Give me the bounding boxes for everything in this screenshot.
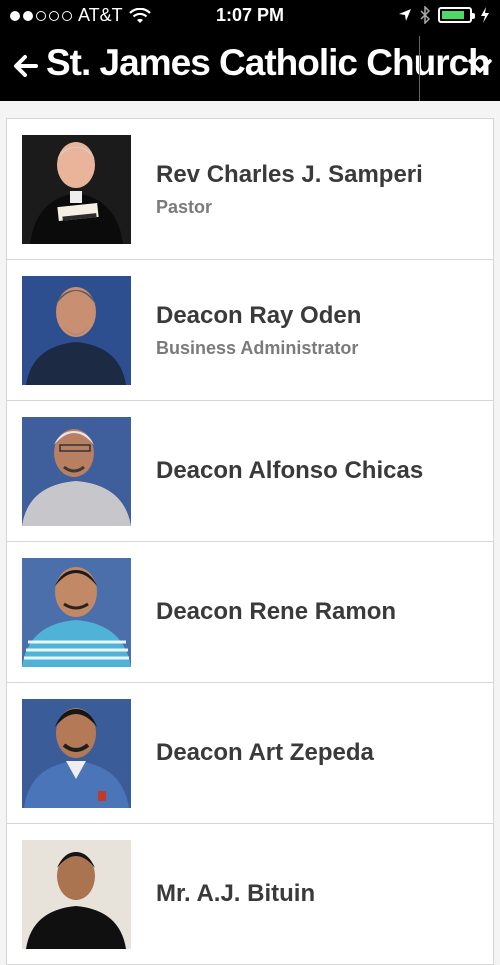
list-item[interactable]: Rev Charles J. Samperi Pastor	[6, 118, 494, 260]
staff-name: Mr. A.J. Bituin	[156, 880, 316, 907]
nav-divider	[419, 36, 420, 101]
list-item[interactable]: Deacon Art Zepeda	[6, 683, 494, 824]
menu-dropdown-button[interactable]	[428, 46, 494, 88]
staff-name: Deacon Rene Ramon	[156, 598, 397, 625]
location-arrow-icon	[399, 9, 411, 21]
staff-name: Deacon Ray Oden	[156, 302, 362, 329]
chevron-down-icon	[468, 59, 492, 73]
staff-role: Pastor	[156, 197, 213, 217]
list-item[interactable]: Mr. A.J. Bituin	[6, 824, 494, 965]
app-header: AT&T 1:07 PM St. James Catholic Church	[0, 0, 500, 101]
list-item[interactable]: Deacon Ray Oden Business Administrator	[6, 260, 494, 401]
staff-photo	[22, 840, 131, 949]
battery-icon	[438, 7, 475, 23]
charging-bolt-icon	[481, 7, 489, 23]
staff-name: Rev Charles J. Samperi	[156, 161, 423, 188]
staff-photo	[22, 699, 131, 808]
staff-name: Deacon Alfonso Chicas	[156, 457, 424, 484]
arrow-left-icon	[14, 55, 38, 77]
staff-photo	[22, 276, 131, 385]
battery-level	[442, 11, 464, 19]
list-item[interactable]: Deacon Alfonso Chicas	[6, 401, 494, 542]
nav-bar: St. James Catholic Church	[0, 36, 500, 101]
list-item[interactable]: Deacon Rene Ramon	[6, 542, 494, 683]
status-bar: AT&T 1:07 PM	[0, 0, 500, 32]
staff-photo	[22, 558, 131, 667]
staff-name: Deacon Art Zepeda	[156, 739, 374, 766]
bluetooth-icon	[420, 6, 430, 24]
staff-photo	[22, 417, 131, 526]
staff-role: Business Administrator	[156, 338, 359, 358]
staff-list: Rev Charles J. Samperi Pastor Deacon Ray…	[6, 118, 494, 965]
staff-photo	[22, 135, 131, 244]
page-title: St. James Catholic Church	[46, 42, 491, 83]
back-button[interactable]	[12, 46, 38, 86]
